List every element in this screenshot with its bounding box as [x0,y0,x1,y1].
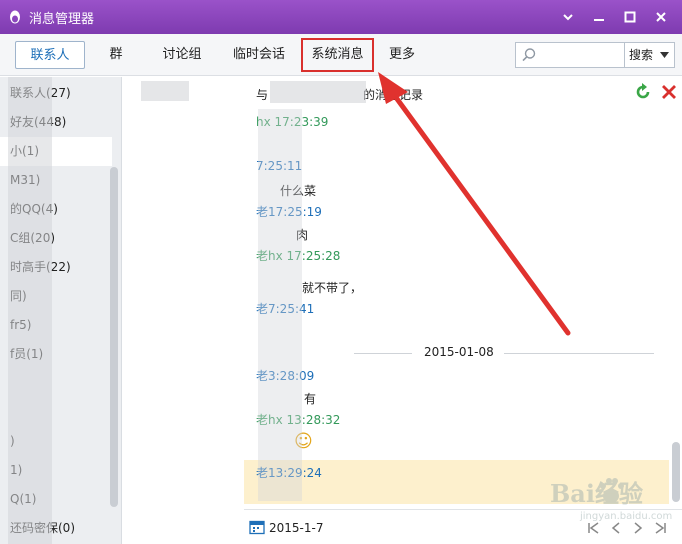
tab-temp-chats[interactable]: 临时会话 [228,41,290,69]
tab-contacts[interactable]: 联系人 [15,41,85,69]
tab-system-messages[interactable]: 系统消息 [301,38,374,72]
title-bar: 消息管理器 [0,0,682,34]
message-text: 就不带了， [302,281,363,295]
calendar-icon[interactable] [249,519,265,535]
group-list: 联系人(27) 好友(448) 小(1) M31) 的QQ(4) C组(20) … [0,77,122,544]
tab-groups[interactable]: 群 [100,41,132,69]
refresh-icon[interactable] [634,83,652,101]
search-button-label: 搜索 [629,48,654,62]
group-list-scrollbar[interactable] [110,167,118,507]
message-text: 有 [304,392,317,406]
nav-bar: 联系人 群 讨论组 临时会话 系统消息 更多 搜索 [0,34,682,76]
maximize-icon[interactable] [614,8,645,26]
date-separator: 2015-01-08 [354,345,654,361]
search-input[interactable] [540,44,624,66]
date-separator-label: 2015-01-08 [424,345,494,359]
chat-header-prefix: 与 [256,88,269,102]
delete-icon[interactable] [660,83,678,101]
date-field[interactable]: 2015-1-7 [269,521,323,535]
search-icon [522,48,536,62]
close-icon[interactable] [645,8,676,26]
chevron-down-icon [660,52,669,58]
menu-icon[interactable] [552,8,583,26]
search-button[interactable]: 搜索 [625,42,675,68]
search-box [515,42,625,68]
watermark-url: jingyan.baidu.com [580,511,673,522]
tab-discussions[interactable]: 讨论组 [152,41,212,69]
chat-header-suffix: 的消息记录 [363,88,424,102]
window-title: 消息管理器 [29,11,95,27]
tab-more[interactable]: 更多 [384,41,420,69]
pixelated-region [141,81,189,101]
minimize-icon[interactable] [583,8,614,26]
pixelated-region [270,81,366,103]
baidu-watermark: Bai经验 jingyan.baidu.com [510,470,680,530]
pixelated-region [258,109,302,501]
pixelated-region [8,77,52,544]
watermark-brand: Bai经验 [550,479,643,508]
contact-list [123,77,243,544]
qq-penguin-icon [10,10,20,24]
